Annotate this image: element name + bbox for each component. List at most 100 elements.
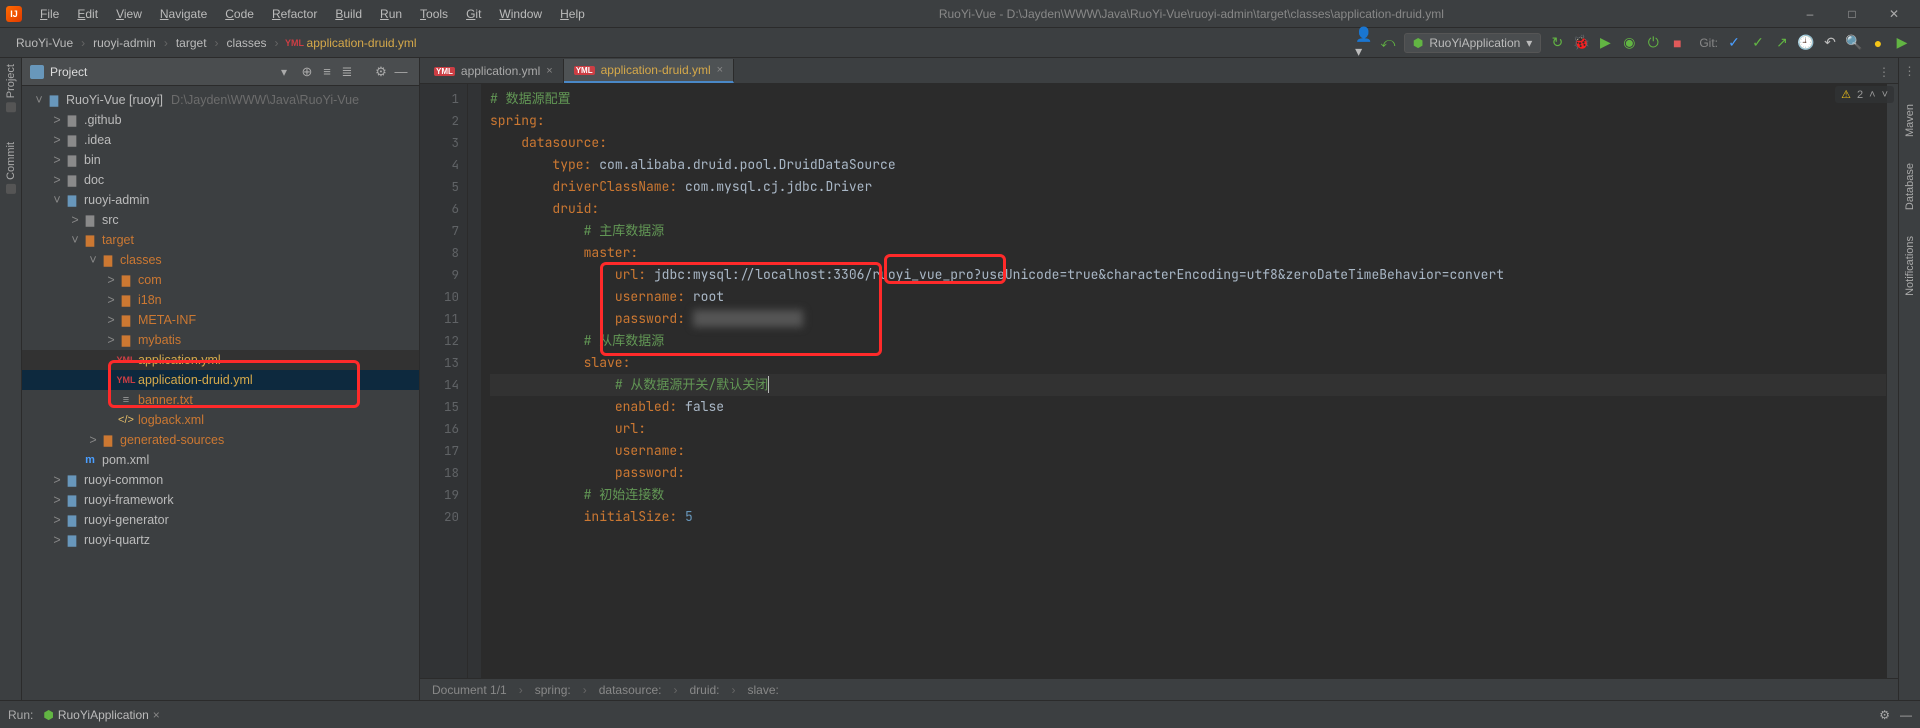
tree-node[interactable]: >▇bin [22,150,419,170]
breadcrumb-item[interactable]: classes [221,34,273,52]
vcs-push-icon[interactable]: ↗ [1774,35,1790,51]
project-tree[interactable]: ˅▇RuoYi-Vue [ruoyi]D:\Jayden\WWW\Java\Ru… [22,86,419,700]
menu-refactor[interactable]: Refactor [264,3,325,25]
menu-navigate[interactable]: Navigate [152,3,215,25]
breadcrumb-item[interactable]: YMLapplication-druid.yml [281,33,423,53]
tree-node[interactable]: >▇.idea [22,130,419,150]
menu-file[interactable]: File [32,3,67,25]
tree-twistie-icon[interactable]: > [104,273,118,287]
close-window-button[interactable]: ✕ [1874,1,1914,27]
profile-icon[interactable]: ⏻ [1645,35,1661,51]
editor-gutter[interactable]: 1234567891011121314151617181920 [420,84,468,678]
menu-view[interactable]: View [108,3,150,25]
code-line[interactable]: slave: [490,352,1886,374]
gear-icon[interactable]: ⚙ [1879,708,1890,722]
tree-node[interactable]: >▇src [22,210,419,230]
code-line[interactable]: password: [490,462,1886,484]
close-icon[interactable]: × [546,65,552,77]
menu-edit[interactable]: Edit [69,3,106,25]
code-line[interactable]: # 主库数据源 [490,220,1886,242]
tree-node[interactable]: >▇generated-sources [22,430,419,450]
close-icon[interactable]: × [717,64,723,76]
code-line[interactable]: # 从数据源开关/默认关闭 [490,374,1886,396]
code-editor[interactable]: # 数据源配置spring: datasource: type: com.ali… [482,84,1886,678]
vcs-update-icon[interactable]: ✓ [1726,35,1742,51]
collapse-all-icon[interactable]: ≣ [337,64,357,80]
tree-node[interactable]: >▇ruoyi-framework [22,490,419,510]
tree-node[interactable]: >▇META-INF [22,310,419,330]
editor-breadcrumb-item[interactable]: Document 1/1 [432,683,507,697]
tree-twistie-icon[interactable]: > [104,293,118,307]
breadcrumb[interactable]: RuoYi-Vueruoyi-admintargetclassesYMLappl… [10,33,423,53]
toolwindow-notifications-button[interactable]: Notifications [1904,236,1916,296]
tree-twistie-icon[interactable]: > [104,313,118,327]
minimize-button[interactable]: – [1790,1,1830,27]
tree-node[interactable]: >▇ruoyi-generator [22,510,419,530]
tree-node[interactable]: YMLapplication-druid.yml [22,370,419,390]
toolwindow-project-button[interactable]: Project [5,64,17,112]
user-icon[interactable]: 👤▾ [1356,35,1372,51]
code-line[interactable]: # 初始连接数 [490,484,1886,506]
select-opened-file-icon[interactable]: ⊕ [297,64,317,80]
editor-breadcrumbs[interactable]: Document 1/1spring:datasource:druid:slav… [420,678,1898,700]
tree-node[interactable]: ˅▇classes [22,250,419,270]
rerun-icon[interactable]: ↻ [1549,35,1565,51]
tree-node[interactable]: mpom.xml [22,450,419,470]
code-line[interactable]: driverClassName: com.mysql.cj.jdbc.Drive… [490,176,1886,198]
error-stripe[interactable] [1886,84,1898,678]
coverage-icon[interactable]: ◉ [1621,35,1637,51]
code-line[interactable]: enabled: false [490,396,1886,418]
code-line[interactable]: # 数据源配置 [490,88,1886,110]
menu-help[interactable]: Help [552,3,593,25]
close-icon[interactable]: × [153,708,160,722]
tree-twistie-icon[interactable]: ˅ [68,233,82,247]
code-line[interactable]: druid: [490,198,1886,220]
run-icon[interactable]: 🐞 [1573,35,1589,51]
tree-node[interactable]: >▇doc [22,170,419,190]
editor-tab[interactable]: YMLapplication-druid.yml× [564,59,734,83]
tree-node[interactable]: YMLapplication.yml [22,350,419,370]
inspections-widget[interactable]: ⚠ 2 ˄ ˅ [1835,86,1894,103]
tree-twistie-icon[interactable]: > [50,513,64,527]
hide-toolwindow-icon[interactable]: — [1900,708,1912,722]
project-header-title[interactable]: Project [50,65,281,79]
tree-twistie-icon[interactable]: > [50,473,64,487]
chevron-up-icon[interactable]: ˄ [1869,89,1875,101]
tree-node[interactable]: >▇com [22,270,419,290]
tree-node[interactable]: >▇.github [22,110,419,130]
tree-node[interactable]: ˅▇target [22,230,419,250]
tree-twistie-icon[interactable]: ˅ [32,93,46,107]
tree-node[interactable]: ˅▇RuoYi-Vue [ruoyi]D:\Jayden\WWW\Java\Ru… [22,90,419,110]
tree-twistie-icon[interactable]: ˅ [86,253,100,267]
editor-breadcrumb-item[interactable]: spring: [535,683,571,697]
code-line[interactable]: datasource: [490,132,1886,154]
tree-twistie-icon[interactable]: > [86,433,100,447]
menu-run[interactable]: Run [372,3,410,25]
tree-node[interactable]: >▇ruoyi-common [22,470,419,490]
tree-twistie-icon[interactable]: > [50,113,64,127]
menu-code[interactable]: Code [217,3,262,25]
run-anything-icon[interactable]: ▶ [1894,35,1910,51]
editor-breadcrumb-item[interactable]: druid: [689,683,719,697]
toolwindow-commit-button[interactable]: Commit [5,142,17,194]
tree-node[interactable]: ˅▇ruoyi-admin [22,190,419,210]
toolwindow-maven-button[interactable]: Maven [1904,104,1916,137]
tree-twistie-icon[interactable]: > [50,173,64,187]
code-line[interactable]: type: com.alibaba.druid.pool.DruidDataSo… [490,154,1886,176]
tree-node[interactable]: ≡banner.txt [22,390,419,410]
debug-icon[interactable]: ▶ [1597,35,1613,51]
tree-node[interactable]: >▇mybatis [22,330,419,350]
tree-twistie-icon[interactable]: > [68,213,82,227]
code-line[interactable]: # 从库数据源 [490,330,1886,352]
vcs-rollback-icon[interactable]: ↶ [1822,35,1838,51]
menu-build[interactable]: Build [327,3,370,25]
tree-twistie-icon[interactable]: > [50,533,64,547]
code-line[interactable]: url: jdbc:mysql://localhost:3306/ruoyi_v… [490,264,1886,286]
ide-updates-icon[interactable]: ● [1870,35,1886,51]
tree-node[interactable]: </>logback.xml [22,410,419,430]
tree-twistie-icon[interactable]: > [50,133,64,147]
code-line[interactable]: initialSize: 5 [490,506,1886,528]
editor-breadcrumb-item[interactable]: datasource: [599,683,662,697]
more-icon[interactable]: ⋮ [1904,64,1916,78]
breadcrumb-item[interactable]: target [170,34,213,52]
